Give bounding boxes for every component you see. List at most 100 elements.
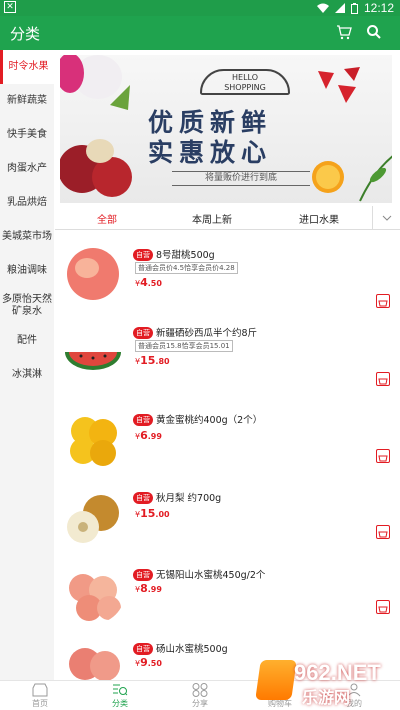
app-notification-icon: ✕ bbox=[4, 1, 16, 13]
dragon-fruit-image bbox=[60, 55, 130, 110]
product-name: 砀山水蜜桃500g bbox=[156, 644, 228, 655]
product-price: ¥4.50 bbox=[135, 276, 162, 289]
site-watermark: 962.NET 乐游网 bbox=[255, 660, 398, 707]
status-bar: ✕ 12:12 bbox=[0, 0, 400, 16]
sidebar-item-label: 快手美食 bbox=[7, 129, 47, 140]
sidebar-item-vegetables[interactable]: 新鲜蔬菜 bbox=[0, 84, 54, 118]
self-operated-badge: 自营 bbox=[133, 643, 153, 655]
product-item[interactable]: 自营 黄金蜜桃约400g（2个） ¥6.99 bbox=[55, 405, 400, 487]
price-cents: .50 bbox=[147, 279, 162, 288]
tab-new-this-week[interactable]: 本周上新 bbox=[192, 211, 232, 226]
self-operated-badge: 自营 bbox=[133, 327, 153, 339]
product-item[interactable]: 自营 无锡阳山水蜜桃450g/2个 ¥8.99 bbox=[55, 560, 400, 642]
tab-category[interactable]: 分类 bbox=[100, 683, 140, 709]
sidebar-item-ice-cream[interactable]: 冰淇淋 bbox=[0, 358, 54, 392]
add-cart-icon bbox=[378, 606, 388, 613]
tab-imported-fruit[interactable]: 进口水果 bbox=[299, 211, 339, 226]
status-time: 12:12 bbox=[363, 1, 394, 15]
watermelon-image bbox=[65, 352, 121, 370]
watermark-number: 962 bbox=[294, 660, 331, 685]
add-to-cart-button[interactable] bbox=[376, 600, 390, 614]
price-int: 15 bbox=[140, 507, 156, 520]
honey-peach-image bbox=[69, 574, 121, 621]
product-item[interactable]: 自营 新疆硒砂西瓜半个约8斤 普通会员15.8恰享会员15.01 ¥15.80 bbox=[55, 318, 400, 400]
sidebar-item-label: 肉蛋水产 bbox=[7, 163, 47, 174]
watermark-logo-icon bbox=[255, 660, 297, 700]
add-cart-icon bbox=[378, 455, 388, 462]
product-price: ¥15.80 bbox=[135, 354, 170, 367]
search-icon[interactable] bbox=[366, 24, 382, 40]
add-to-cart-button[interactable] bbox=[376, 294, 390, 308]
self-operated-badge: 自营 bbox=[133, 414, 153, 426]
chevron-down-icon bbox=[382, 215, 391, 221]
member-price: 普通会员价4.5恰享会员价4.28 bbox=[135, 262, 238, 274]
self-operated-badge: 自营 bbox=[133, 569, 153, 581]
sidebar-item-meat-eggs[interactable]: 肉蛋水产 bbox=[0, 152, 54, 186]
banner-hello-badge: HELLO SHOPPING bbox=[200, 69, 290, 95]
price-cents: .00 bbox=[155, 510, 170, 519]
product-item[interactable]: 自营 秋月梨 约700g ¥15.00 bbox=[55, 483, 400, 565]
tabs-expand-button[interactable] bbox=[372, 206, 400, 229]
banner-hello-text: HELLO bbox=[232, 73, 258, 82]
category-sidebar: 时令水果 新鲜蔬菜 快手美食 肉蛋水产 乳品烘焙 美城菜市场 粮油调味 多原怡天… bbox=[0, 50, 54, 680]
cart-icon[interactable] bbox=[336, 24, 352, 40]
sidebar-item-grain-oil[interactable]: 粮油调味 bbox=[0, 254, 54, 288]
product-price: ¥9.50 bbox=[135, 656, 162, 669]
add-to-cart-button[interactable] bbox=[376, 449, 390, 463]
product-price: ¥8.99 bbox=[135, 582, 162, 595]
grid-icon bbox=[192, 683, 208, 697]
tab-category-label: 分类 bbox=[112, 699, 128, 708]
pear-image bbox=[67, 495, 119, 543]
sidebar-item-label: 乳品烘焙 bbox=[7, 197, 47, 208]
sidebar-item-accessories[interactable]: 配件 bbox=[0, 324, 54, 358]
watermark-domain: 962.NET bbox=[294, 660, 381, 686]
add-to-cart-button[interactable] bbox=[376, 525, 390, 539]
signal-icon bbox=[334, 3, 345, 13]
price-int: 8 bbox=[140, 582, 148, 595]
tab-all[interactable]: 全部 bbox=[97, 211, 117, 226]
tab-home[interactable]: 首页 bbox=[20, 683, 60, 709]
category-search-icon bbox=[113, 684, 128, 696]
sidebar-item-dairy-bakery[interactable]: 乳品烘焙 bbox=[0, 186, 54, 220]
peach-image bbox=[67, 248, 119, 300]
wifi-icon bbox=[316, 3, 329, 13]
sidebar-item-label: 多原怡天然矿泉水 bbox=[2, 294, 52, 317]
sidebar-item-seasonal-fruit[interactable]: 时令水果 bbox=[0, 50, 54, 84]
banner-shopping-text: SHOPPING bbox=[224, 83, 266, 92]
price-cents: .99 bbox=[147, 432, 162, 441]
price-cents: .80 bbox=[155, 357, 170, 366]
product-name: 新疆硒砂西瓜半个约8斤 bbox=[156, 328, 258, 339]
sidebar-item-label: 粮油调味 bbox=[7, 265, 47, 276]
battery-icon bbox=[350, 2, 358, 14]
product-name: 8号甜桃500g bbox=[156, 250, 215, 261]
sidebar-item-label: 冰淇淋 bbox=[12, 369, 42, 380]
member-price: 普通会员15.8恰享会员15.01 bbox=[135, 340, 233, 352]
sidebar-item-label: 配件 bbox=[17, 335, 37, 346]
add-cart-icon bbox=[378, 300, 388, 307]
sidebar-item-label: 新鲜蔬菜 bbox=[7, 95, 47, 106]
orange-slice-image bbox=[312, 161, 344, 193]
sidebar-item-mineral-water[interactable]: 多原怡天然矿泉水 bbox=[0, 288, 54, 324]
self-operated-badge: 自营 bbox=[133, 492, 153, 504]
banner-headline-2: 实惠放心 bbox=[148, 138, 273, 167]
page-title: 分类 bbox=[10, 25, 41, 43]
apples-image bbox=[60, 139, 132, 197]
strawberries-image bbox=[318, 67, 360, 103]
promo-banner[interactable]: HELLO SHOPPING 优质新鲜 实惠放心 将量贩价进行到底 bbox=[60, 55, 392, 203]
sidebar-item-label: 时令水果 bbox=[8, 61, 49, 72]
add-to-cart-button[interactable] bbox=[376, 372, 390, 386]
price-cents: .99 bbox=[147, 585, 162, 594]
store-icon bbox=[32, 683, 48, 697]
tab-share-label: 分享 bbox=[192, 699, 208, 708]
product-price: ¥15.00 bbox=[135, 507, 170, 520]
product-item[interactable]: 自营 8号甜桃500g 普通会员价4.5恰享会员价4.28 ¥4.50 bbox=[55, 240, 400, 322]
price-int: 9 bbox=[140, 656, 148, 669]
sidebar-item-quick-food[interactable]: 快手美食 bbox=[0, 118, 54, 152]
leaves-image bbox=[359, 155, 392, 202]
price-int: 15 bbox=[140, 354, 156, 367]
sidebar-item-market[interactable]: 美城菜市场 bbox=[0, 220, 54, 254]
product-name: 秋月梨 约700g bbox=[156, 493, 222, 504]
banner-slogan: 将量贩价进行到底 bbox=[172, 171, 310, 186]
tab-share[interactable]: 分享 bbox=[180, 683, 220, 709]
self-operated-badge: 自营 bbox=[133, 249, 153, 261]
